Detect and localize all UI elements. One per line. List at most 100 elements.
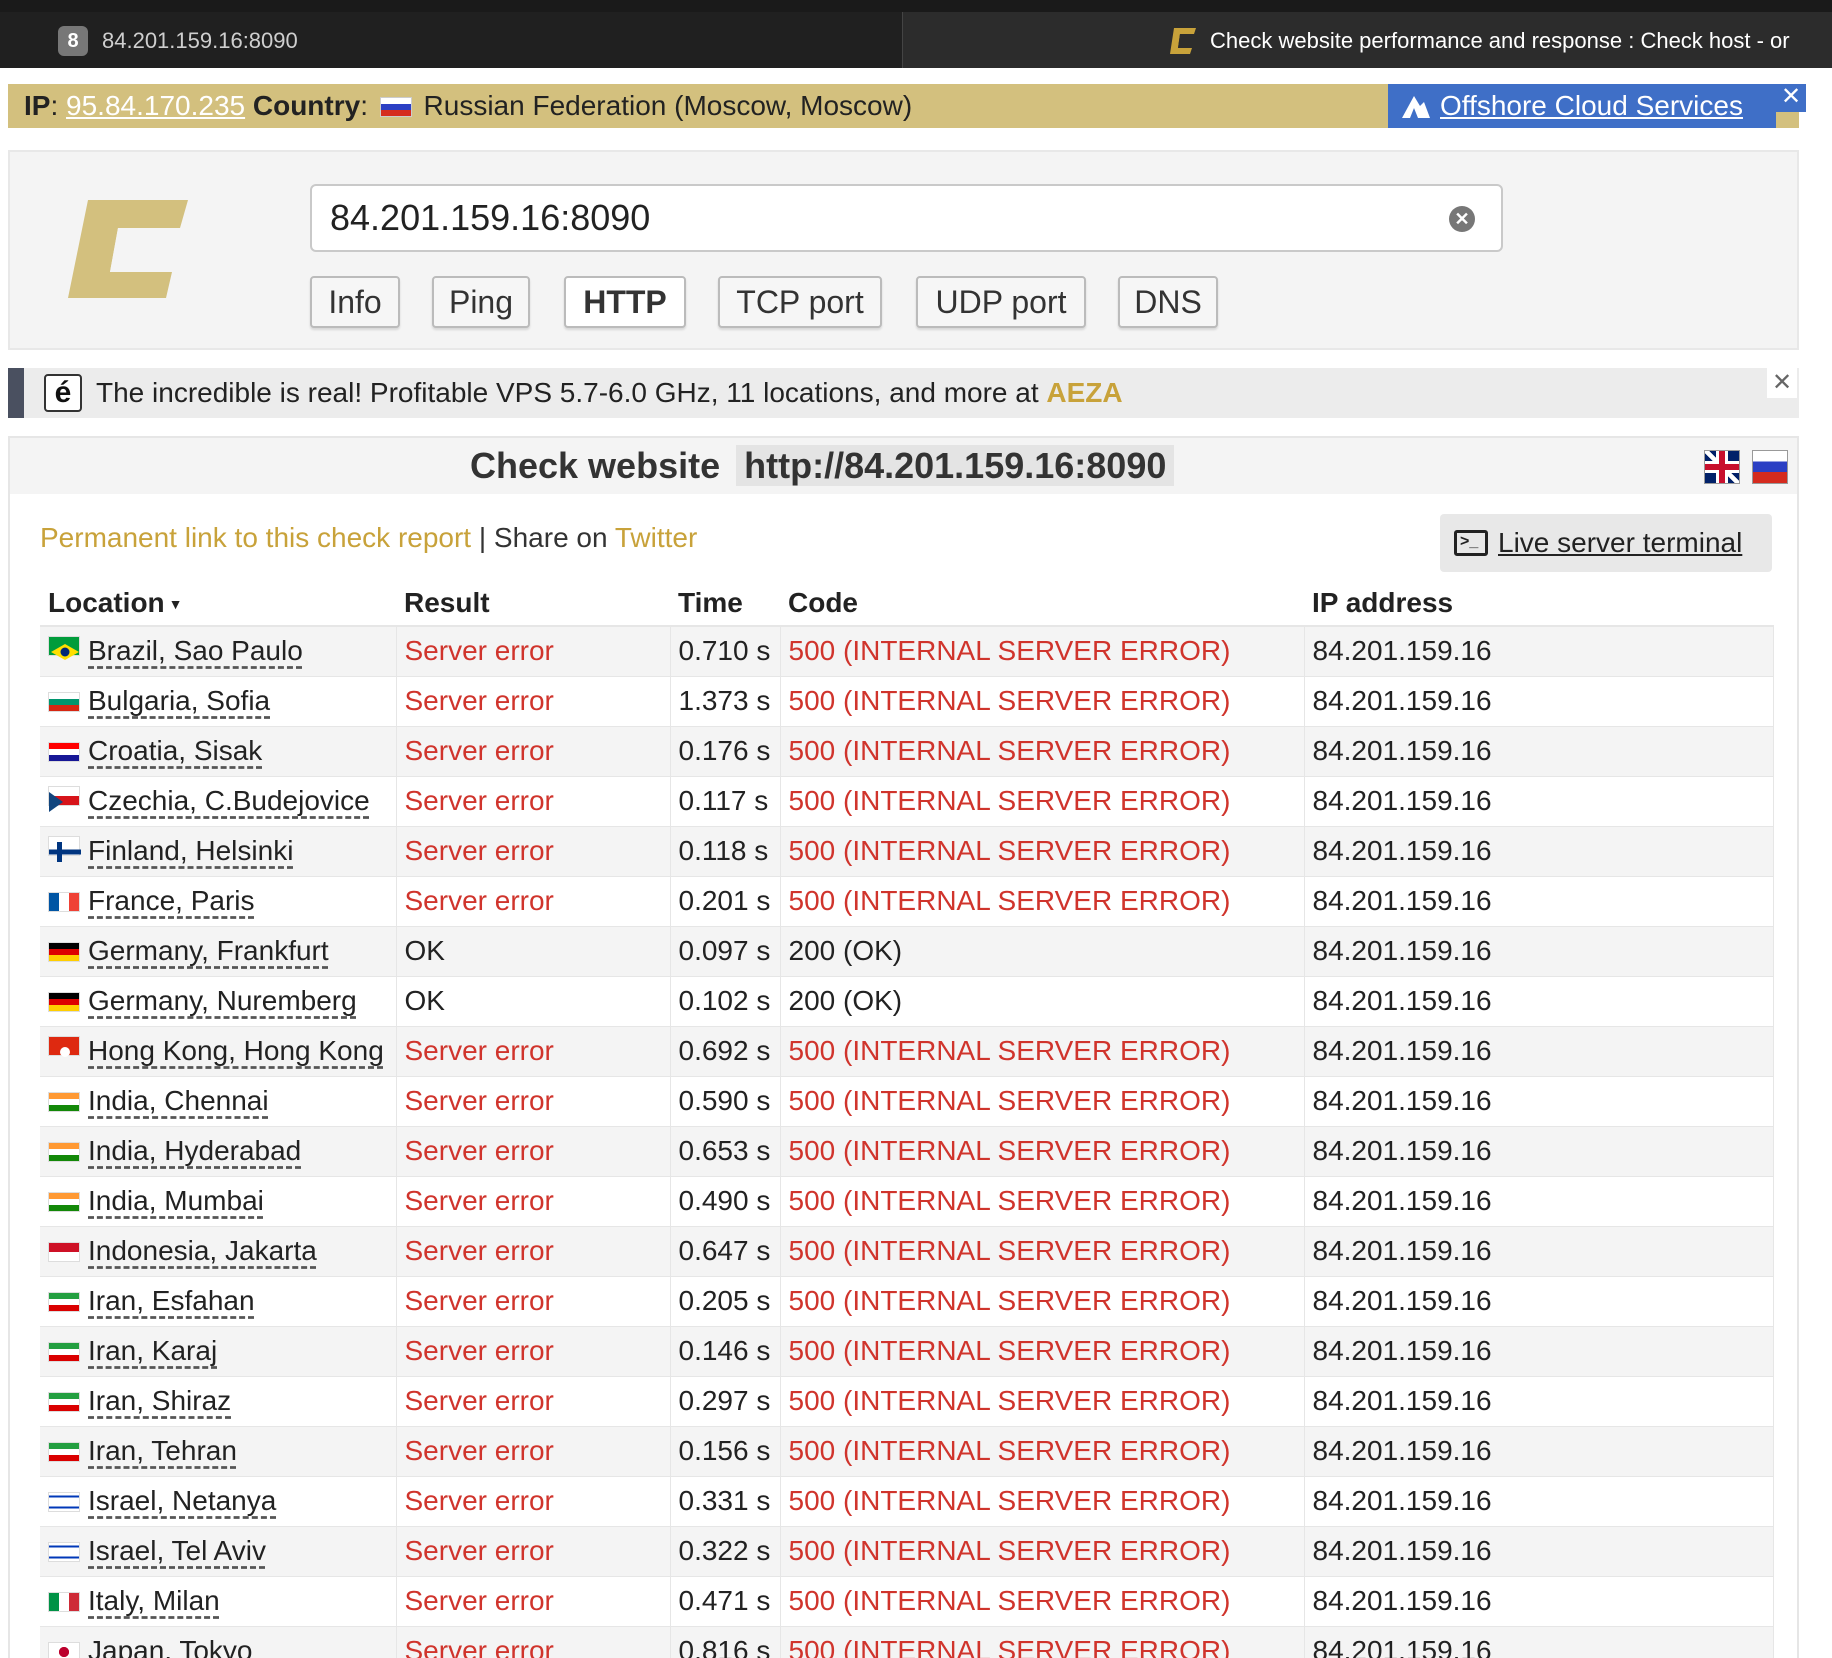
sort-down-icon[interactable]: ▼ xyxy=(169,596,183,612)
location-link[interactable]: India, Chennai xyxy=(88,1085,269,1116)
location-cell[interactable]: Italy, Milan xyxy=(40,1576,397,1627)
ip-cell: 84.201.159.16 xyxy=(1304,1326,1774,1377)
location-cell[interactable]: Iran, Shiraz xyxy=(40,1376,397,1427)
share-separator: | Share on xyxy=(478,522,608,553)
location-cell[interactable]: India, Hyderabad xyxy=(40,1126,397,1177)
tcp-port-button[interactable]: TCP port xyxy=(718,276,882,328)
location-link[interactable]: Iran, Esfahan xyxy=(88,1285,255,1316)
dns-button[interactable]: DNS xyxy=(1118,276,1218,328)
location-link[interactable]: Czechia, C.Budejovice xyxy=(88,785,370,816)
location-cell[interactable]: Israel, Tel Aviv xyxy=(40,1526,397,1577)
udp-port-button[interactable]: UDP port xyxy=(916,276,1086,328)
code-cell: 500 (INTERNAL SERVER ERROR) xyxy=(780,1226,1305,1277)
time-cell: 0.653 s xyxy=(670,1126,781,1177)
browser-tab-left[interactable]: 8 84.201.159.16:8090 xyxy=(0,12,903,68)
offshore-close-button[interactable]: ✕ xyxy=(1776,84,1806,112)
permanent-link[interactable]: Permanent link to this check report xyxy=(40,522,471,553)
il-flag-icon xyxy=(48,1542,80,1562)
offshore-banner[interactable]: Offshore Cloud Services xyxy=(1388,84,1776,128)
location-link[interactable]: Iran, Tehran xyxy=(88,1435,237,1466)
search-input[interactable]: 84.201.159.16:8090 ✕ xyxy=(310,184,1503,252)
result-cell: OK xyxy=(396,976,671,1027)
location-link[interactable]: Germany, Nuremberg xyxy=(88,985,357,1016)
location-cell[interactable]: Germany, Nuremberg xyxy=(40,976,397,1027)
location-cell[interactable]: Israel, Netanya xyxy=(40,1476,397,1527)
table-row: Czechia, C.Budejovice Server error 0.117… xyxy=(40,776,1774,827)
twitter-link[interactable]: Twitter xyxy=(615,522,697,553)
location-link[interactable]: Germany, Frankfurt xyxy=(88,935,329,966)
location-link[interactable]: India, Hyderabad xyxy=(88,1135,301,1166)
location-cell[interactable]: France, Paris xyxy=(40,876,397,927)
code-cell: 500 (INTERNAL SERVER ERROR) xyxy=(780,826,1305,877)
location-link[interactable]: Israel, Netanya xyxy=(88,1485,276,1516)
location-cell[interactable]: Hong Kong, Hong Kong xyxy=(40,1026,397,1077)
location-cell[interactable]: Germany, Frankfurt xyxy=(40,926,397,977)
live-terminal-button[interactable]: >_ Live server terminal xyxy=(1440,514,1772,572)
aeza-logo-icon: é xyxy=(44,374,82,412)
code-cell: 500 (INTERNAL SERVER ERROR) xyxy=(780,1026,1305,1077)
column-location[interactable]: Location ▼ xyxy=(40,580,396,627)
location-cell[interactable]: Brazil, Sao Paulo xyxy=(40,626,397,677)
time-cell: 0.118 s xyxy=(670,826,781,877)
location-link[interactable]: Iran, Karaj xyxy=(88,1335,217,1366)
location-cell[interactable]: Czechia, C.Budejovice xyxy=(40,776,397,827)
location-cell[interactable]: India, Chennai xyxy=(40,1076,397,1127)
ping-button[interactable]: Ping xyxy=(432,276,530,328)
location-link[interactable]: Brazil, Sao Paulo xyxy=(88,635,303,666)
tab-title-right[interactable]: Check website performance and response :… xyxy=(1210,26,1790,56)
code-cell: 200 (OK) xyxy=(780,976,1305,1027)
location-cell[interactable]: Indonesia, Jakarta xyxy=(40,1226,397,1277)
location-cell[interactable]: Japan, Tokyo xyxy=(40,1626,397,1658)
check-url: http://84.201.159.16:8090 xyxy=(736,445,1175,486)
location-cell[interactable]: India, Mumbai xyxy=(40,1176,397,1227)
location-cell[interactable]: Iran, Tehran xyxy=(40,1426,397,1477)
ip-cell: 84.201.159.16 xyxy=(1304,1276,1774,1327)
table-row: Iran, Tehran Server error 0.156 s 500 (I… xyxy=(40,1426,1774,1477)
table-row: Iran, Karaj Server error 0.146 s 500 (IN… xyxy=(40,1326,1774,1377)
ad-close-button[interactable]: ✕ xyxy=(1767,368,1797,398)
in-flag-icon xyxy=(48,1092,80,1112)
checkhost-logo[interactable] xyxy=(66,190,196,306)
russian-flag-icon[interactable] xyxy=(1752,450,1788,484)
location-link[interactable]: Finland, Helsinki xyxy=(88,835,293,866)
location-cell[interactable]: Iran, Esfahan xyxy=(40,1276,397,1327)
location-link[interactable]: Hong Kong, Hong Kong xyxy=(88,1035,384,1066)
table-row: Germany, Nuremberg OK 0.102 s 200 (OK) 8… xyxy=(40,976,1774,1027)
time-cell: 0.201 s xyxy=(670,876,781,927)
location-link[interactable]: Bulgaria, Sofia xyxy=(88,685,270,716)
location-link[interactable]: Indonesia, Jakarta xyxy=(88,1235,317,1266)
location-link[interactable]: Japan, Tokyo xyxy=(88,1635,253,1658)
code-cell: 500 (INTERNAL SERVER ERROR) xyxy=(780,1276,1305,1327)
info-button[interactable]: Info xyxy=(310,276,400,328)
report-links: Permanent link to this check report | Sh… xyxy=(40,518,697,558)
time-cell: 0.692 s xyxy=(670,1026,781,1077)
location-link[interactable]: Croatia, Sisak xyxy=(88,735,262,766)
fi-flag-icon xyxy=(48,836,81,862)
ip-cell: 84.201.159.16 xyxy=(1304,726,1774,777)
id-flag-icon xyxy=(48,1242,80,1262)
check-title-label: Check website xyxy=(470,445,721,486)
code-cell: 500 (INTERNAL SERVER ERROR) xyxy=(780,626,1305,677)
location-link[interactable]: India, Mumbai xyxy=(88,1185,264,1216)
location-cell[interactable]: Bulgaria, Sofia xyxy=(40,676,397,727)
table-row: India, Chennai Server error 0.590 s 500 … xyxy=(40,1076,1774,1127)
ip-value-link[interactable]: 95.84.170.235 xyxy=(66,90,245,121)
http-button[interactable]: HTTP xyxy=(564,276,686,328)
location-cell[interactable]: Iran, Karaj xyxy=(40,1326,397,1377)
code-cell: 500 (INTERNAL SERVER ERROR) xyxy=(780,1576,1305,1627)
de-flag-icon xyxy=(48,942,80,962)
location-link[interactable]: Italy, Milan xyxy=(88,1585,220,1616)
location-cell[interactable]: Finland, Helsinki xyxy=(40,826,397,877)
ad-brand[interactable]: AEZA xyxy=(1046,377,1122,408)
english-flag-icon[interactable] xyxy=(1704,450,1740,484)
location-link[interactable]: Iran, Shiraz xyxy=(88,1385,231,1416)
code-cell: 500 (INTERNAL SERVER ERROR) xyxy=(780,1426,1305,1477)
offshore-link[interactable]: Offshore Cloud Services xyxy=(1440,90,1743,121)
location-cell[interactable]: Croatia, Sisak xyxy=(40,726,397,777)
location-link[interactable]: France, Paris xyxy=(88,885,255,916)
location-link[interactable]: Israel, Tel Aviv xyxy=(88,1535,266,1566)
aeza-ad-banner[interactable]: é The incredible is real! Profitable VPS… xyxy=(8,368,1799,418)
tab-title-left: 84.201.159.16:8090 xyxy=(102,28,298,53)
clear-icon[interactable]: ✕ xyxy=(1449,206,1475,232)
terminal-label: Live server terminal xyxy=(1498,527,1743,558)
